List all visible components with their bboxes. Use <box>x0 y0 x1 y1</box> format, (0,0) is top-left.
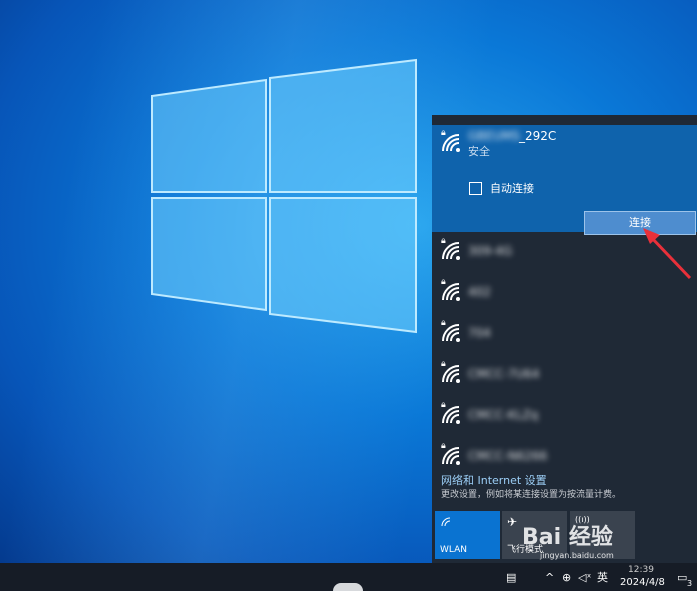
network-name-hidden: GBEUMS <box>468 129 520 143</box>
network-name: 309-4G <box>468 244 513 258</box>
network-settings-link[interactable]: 网络和 Internet 设置 <box>441 474 547 488</box>
network-name: 402 <box>468 285 491 299</box>
screen-notch <box>333 583 363 591</box>
network-list-item[interactable]: 🔒︎ 309-4G <box>432 232 697 273</box>
chevron-up-icon[interactable]: ^ <box>545 572 554 584</box>
baidu-watermark-url: jingyan.baidu.com <box>540 551 614 560</box>
wifi-flyout: 🔒︎ GBEUMS _292C 安全 自动连接 连接 🔒︎ 309-4G 🔒︎ 402… <box>432 115 697 563</box>
keyboard-icon[interactable]: ▤ <box>506 572 516 584</box>
auto-connect-checkbox[interactable] <box>469 182 482 195</box>
hotspot-icon: ((ı)) <box>575 515 590 524</box>
network-list-item[interactable]: 🔒︎ CMCC-N6266 <box>432 437 697 478</box>
ime-indicator[interactable]: 英 <box>597 572 608 584</box>
network-name: 704 <box>468 326 491 340</box>
speaker-muted-icon[interactable]: ◁ˣ <box>578 572 591 584</box>
selected-network[interactable]: 🔒︎ GBEUMS _292C 安全 自动连接 连接 <box>432 125 697 235</box>
network-list-item[interactable]: 🔒︎ CMCC-KLZq <box>432 396 697 437</box>
notification-count: 3 <box>687 579 693 588</box>
clock-time[interactable]: 12:39 <box>628 564 654 576</box>
network-name: CMCC-7U64 <box>468 367 540 381</box>
network-name: CMCC-KLZq <box>468 408 539 422</box>
network-list-item[interactable]: 🔒︎ CMCC-7U64 <box>432 355 697 396</box>
network-list-item[interactable]: 🔒︎ 402 <box>432 273 697 314</box>
wifi-icon <box>442 324 460 342</box>
network-list-item[interactable]: 🔒︎ 704 <box>432 314 697 355</box>
wlan-tile-label: WLAN <box>440 545 468 555</box>
wifi-icon <box>442 134 460 152</box>
auto-connect-label: 自动连接 <box>490 182 534 195</box>
security-label: 安全 <box>468 145 490 158</box>
clock-date[interactable]: 2024/4/8 <box>620 577 665 589</box>
wifi-icon <box>442 242 460 260</box>
wifi-icon <box>442 406 460 424</box>
wifi-icon <box>442 283 460 301</box>
notification-icon[interactable]: ▭ <box>677 572 687 584</box>
wlan-tile[interactable]: WLAN <box>435 511 500 559</box>
baidu-watermark: Bai 经验 <box>522 525 613 550</box>
airplane-icon: ✈︎ <box>507 515 518 529</box>
network-settings-description: 更改设置，例如将某连接设置为按流量计费。 <box>441 490 622 500</box>
network-name-suffix: _292C <box>519 129 557 143</box>
network-name: CMCC-N6266 <box>468 449 548 463</box>
windows-logo <box>151 58 417 334</box>
wifi-icon <box>442 365 460 383</box>
wifi-icon <box>441 517 451 527</box>
globe-icon[interactable]: ⊕ <box>562 572 571 584</box>
wifi-icon <box>442 447 460 465</box>
